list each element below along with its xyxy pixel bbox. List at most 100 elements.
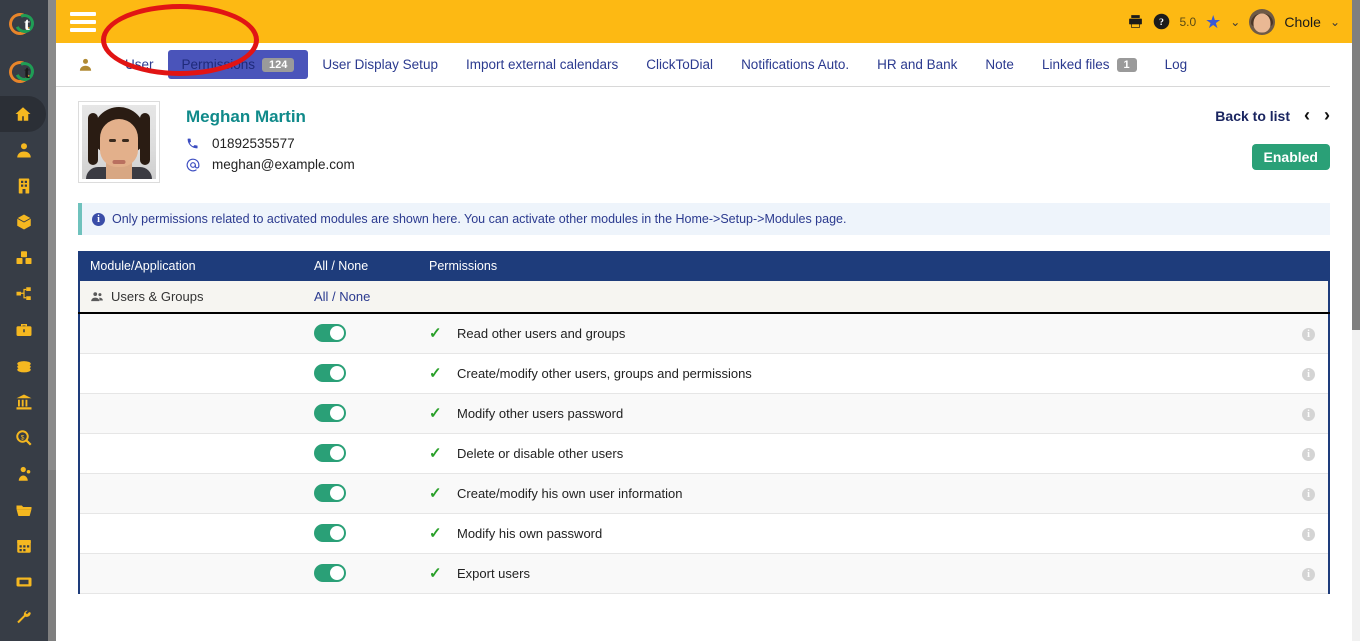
permission-info-cell: i (1289, 553, 1329, 594)
home-icon (14, 105, 32, 123)
all-none-link[interactable]: All / None (314, 289, 370, 304)
tab-notifications-auto[interactable]: Notifications Auto. (727, 50, 863, 79)
permission-info-cell: i (1289, 473, 1329, 514)
sidebar-item-user[interactable] (0, 132, 48, 168)
table-row: ✓ Create/modify other users, groups and p… (79, 353, 1329, 394)
sidebar-item-folder[interactable] (0, 492, 48, 528)
calendar-icon (15, 537, 33, 555)
info-banner: i Only permissions related to activated … (78, 203, 1330, 235)
permissions-table: Module/Application All / None Permission… (78, 251, 1330, 594)
permission-toggle[interactable] (314, 324, 346, 343)
tab-linked-files[interactable]: Linked files 1 (1028, 50, 1151, 79)
info-icon[interactable]: i (1302, 328, 1315, 342)
sidebar-item-ticket[interactable] (0, 564, 48, 600)
permission-toggle[interactable] (314, 364, 346, 382)
sidebar-item-briefcase[interactable] (0, 312, 48, 348)
permission-label: Create/modify other users, groups and pe… (457, 365, 752, 381)
sidebar-item-bank[interactable] (0, 384, 48, 420)
phone-value: 01892535577 (212, 136, 295, 151)
sidebar-item-coins[interactable] (0, 348, 48, 384)
table-header-row: Module/Application All / None Permission… (79, 251, 1329, 281)
status-badge: Enabled (1251, 144, 1330, 170)
star-icon[interactable]: ★ (1205, 13, 1221, 31)
tab-label: Log (1164, 57, 1188, 72)
table-row: ✓ Delete or disable other users i (79, 433, 1329, 474)
check-icon: ✓ (429, 365, 442, 382)
phone-icon (186, 137, 212, 150)
permission-toggle-cell (304, 553, 419, 594)
sidebar-item-box[interactable] (0, 204, 48, 240)
ticket-icon (15, 573, 33, 591)
permission-toggle[interactable] (314, 484, 346, 502)
permission-module-cell (79, 513, 304, 554)
permission-toggle[interactable] (314, 404, 346, 422)
check-icon: ✓ (429, 325, 442, 343)
sidebar-item-project[interactable] (0, 276, 48, 312)
avatar[interactable] (1249, 8, 1276, 35)
permission-label-cell: ✓ Modify other users password (419, 393, 1289, 434)
sidebar-item-home[interactable] (0, 96, 46, 132)
user-header: Meghan Martin 01892535577 meghan@example… (56, 87, 1352, 183)
tab-note[interactable]: Note (971, 50, 1028, 79)
printer-icon[interactable] (1127, 13, 1144, 30)
help-icon[interactable]: ? (1153, 13, 1170, 30)
permission-toggle-cell (304, 513, 419, 554)
column-header-permissions: Permissions (419, 251, 1289, 281)
info-icon[interactable]: i (1302, 448, 1315, 461)
tab-badge: 1 (1116, 57, 1137, 72)
tab-permissions[interactable]: Permissions 124 (167, 50, 309, 79)
topbar-user-name[interactable]: Chole (1284, 14, 1321, 30)
permission-label-cell: ✓ Export users (419, 553, 1289, 594)
page-scrollbar[interactable] (1352, 0, 1360, 641)
app-logo-top[interactable]: t (0, 0, 48, 48)
permission-label-cell: ✓ Create/modify other users, groups and p… (419, 353, 1289, 394)
sidebar-item-accounting-search[interactable]: $ (0, 420, 48, 456)
app-logo-second[interactable]: t (0, 48, 48, 96)
tab-log[interactable]: Log (1151, 50, 1202, 79)
email-value: meghan@example.com (212, 157, 355, 172)
info-icon[interactable]: i (1302, 528, 1315, 541)
tab-clicktodial[interactable]: ClickToDial (632, 50, 727, 79)
sidebar-item-calendar[interactable] (0, 528, 48, 564)
permission-module-cell (79, 313, 304, 354)
top-bar: ? 5.0 ★ ⌄ Chole ⌄ (56, 0, 1352, 43)
tab-user-display-setup[interactable]: User Display Setup (308, 50, 452, 79)
info-icon[interactable]: i (1302, 408, 1315, 421)
hamburger-icon[interactable] (70, 11, 96, 32)
user-icon (15, 141, 33, 159)
sidebar-item-wrench[interactable] (0, 600, 48, 636)
tab-user[interactable]: User (111, 50, 168, 79)
next-record-icon[interactable]: › (1324, 105, 1330, 126)
bookmark-chevron-down-icon[interactable]: ⌄ (1230, 15, 1240, 29)
permission-toggle[interactable] (314, 524, 346, 542)
tab-import-external-calendars[interactable]: Import external calendars (452, 50, 632, 79)
sidebar-item-hrm[interactable] (0, 456, 48, 492)
permission-toggle[interactable] (314, 564, 346, 582)
project-icon (15, 285, 33, 303)
permission-toggle-cell (304, 393, 419, 434)
column-header-module: Module/Application (79, 251, 304, 281)
info-banner-text: Only permissions related to activated mo… (112, 212, 847, 226)
info-icon[interactable]: i (1302, 368, 1315, 381)
back-to-list-link[interactable]: Back to list (1215, 108, 1290, 124)
sidebar-scrollbar-thumb[interactable] (48, 0, 56, 470)
tab-hr-and-bank[interactable]: HR and Bank (863, 50, 971, 79)
tab-label: Note (985, 57, 1014, 72)
info-icon[interactable]: i (1302, 488, 1315, 501)
column-header-info (1289, 251, 1329, 281)
previous-record-icon[interactable]: ‹ (1304, 105, 1310, 126)
user-photo[interactable] (78, 101, 160, 183)
permission-module-cell (79, 393, 304, 434)
permission-info-cell: i (1289, 393, 1329, 434)
page-scrollbar-thumb[interactable] (1352, 0, 1360, 330)
sidebar-item-building[interactable] (0, 168, 48, 204)
user-card-icon (78, 57, 93, 72)
sidebar-item-boxes[interactable] (0, 240, 48, 276)
check-icon: ✓ (429, 405, 442, 422)
email-row: meghan@example.com (186, 157, 355, 172)
permission-toggle[interactable] (314, 444, 346, 462)
info-icon[interactable]: i (1302, 568, 1315, 581)
permission-info-cell: i (1289, 433, 1329, 474)
user-chevron-down-icon[interactable]: ⌄ (1330, 15, 1340, 29)
sidebar-scrollbar[interactable] (48, 0, 56, 641)
